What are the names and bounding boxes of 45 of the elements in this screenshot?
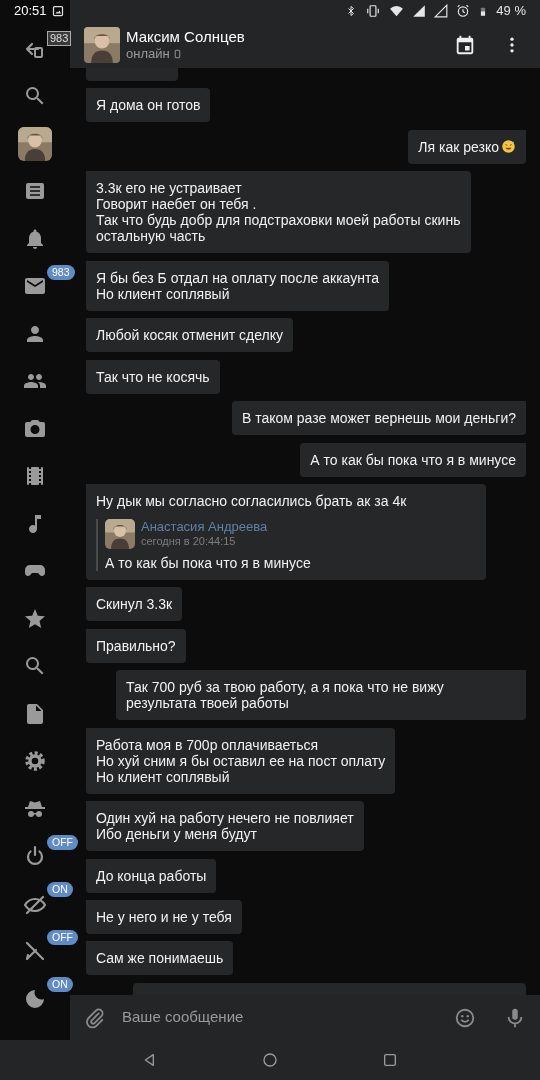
attach-icon[interactable]	[84, 1006, 106, 1029]
message-text: Работа моя в 700р оплачиваеться Но хуй сним я бы оставил ее на пост оплату Но клиент соплявый	[96, 736, 386, 785]
battery-percent: 49 %	[496, 2, 526, 21]
quoted-text: А то как бы пока что я в минусе	[105, 554, 312, 571]
phone-icon	[172, 48, 182, 61]
message-text: Ну дык мы согласно согласились брать ак за 4к	[96, 492, 407, 509]
home-icon[interactable]	[262, 1052, 278, 1068]
alarm-icon	[456, 4, 471, 18]
count-badge: ON	[47, 977, 73, 992]
message-input[interactable]: Ваше сообщение	[122, 1006, 442, 1029]
message-text: Я дома он готов	[96, 97, 201, 114]
message-text: Я бы без Б отдал на оплату после аккаунта Но клиент соплявый	[96, 269, 379, 302]
count-badge: 983	[47, 31, 72, 46]
count-badge: ON	[47, 882, 73, 897]
message-text: Так 700 руб за твою работу, а я пока что не вижу результата твоей работы	[126, 679, 445, 712]
wifi-icon	[389, 4, 405, 18]
signal-icon	[434, 4, 449, 18]
recents-icon[interactable]	[382, 1052, 398, 1068]
contact-name: Максим Солнцев	[126, 27, 246, 47]
message-text: До конца работы	[96, 867, 207, 884]
message-text: Скинул 3.3к	[96, 596, 173, 613]
status-time: 20:51	[14, 2, 47, 21]
vibrate-icon	[365, 4, 382, 18]
message-composer[interactable]: Ваше сообщение	[70, 995, 540, 1040]
emoji-icon[interactable]	[454, 1006, 476, 1029]
online-status: онлайн	[126, 46, 170, 63]
message-text: Сам же понимаешь	[96, 950, 224, 967]
calendar-icon[interactable]	[454, 34, 476, 56]
image-icon	[51, 5, 64, 17]
message-text: Один хуй на работу нечего не повлияет Ибо деньги у меня будут	[96, 810, 354, 843]
message-text: Любой косяк отменит сделку	[96, 327, 283, 344]
message-text: Не у него и не у тебя	[96, 909, 232, 925]
message-text: Ля как резко	[418, 138, 499, 155]
message-text: В таком разе может вернешь мои деньги?	[241, 410, 516, 427]
message-text: А то как бы пока что я в минусе	[310, 451, 516, 468]
message-text: Так что не косячь	[96, 368, 210, 385]
message-text: Правильно?	[96, 637, 176, 654]
author-name[interactable]: Анастасия Андреева	[141, 519, 268, 535]
count-badge: OFF	[47, 834, 78, 850]
message-time: сегодня в 20:44:15	[141, 534, 237, 549]
count-badge: OFF	[47, 929, 78, 945]
signal-icon	[412, 4, 427, 18]
settings-icon[interactable]	[23, 749, 47, 774]
count-badge: 983	[47, 264, 75, 280]
message-text: 3.3к его не устраивает Говорит наебет он тебя . Так что будь добр для подстраховки моей работы скинь остальную часть	[96, 180, 461, 245]
